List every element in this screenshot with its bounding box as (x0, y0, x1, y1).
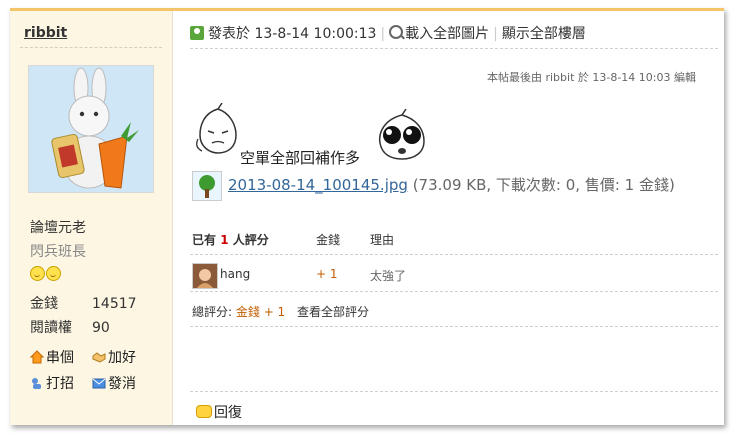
rabbit-avatar-image (29, 66, 153, 192)
home-icon (30, 350, 44, 364)
author-name-link[interactable]: ribbit (24, 25, 67, 41)
total-label: 總評分: (192, 305, 233, 319)
stat-label: 金錢 (30, 296, 58, 312)
view-all-ratings-link[interactable]: 查看全部評分 (297, 305, 369, 319)
tree-thumbnail-icon (193, 172, 221, 200)
send-message-button[interactable]: 發消 (92, 373, 136, 393)
divider (190, 254, 718, 255)
stat-label: 閱讀權 (30, 320, 72, 336)
action-label: 發消 (108, 376, 136, 392)
rating-total: 總評分: 金錢 + 1 查看全部評分 (192, 303, 369, 320)
image-attachment-icon[interactable] (192, 171, 222, 201)
last-edited-note: 本帖最後由 ribbit 於 13-8-14 10:03 編輯 (486, 71, 696, 84)
rating-col-money: 金錢 (316, 233, 341, 247)
user-group-link[interactable]: 閃兵班長 (30, 241, 86, 261)
add-friend-button[interactable]: 加好 (92, 347, 136, 367)
poke-icon (32, 378, 41, 389)
rating-header-suffix: 人評分 (232, 233, 269, 247)
onion-head-thinking-emoticon (196, 103, 237, 154)
online-user-icon (190, 26, 204, 40)
reply-label: 回復 (214, 405, 242, 421)
handshake-icon (92, 352, 106, 363)
visit-home-button[interactable]: 串個 (30, 347, 74, 367)
divider (20, 47, 162, 48)
attachment-filename-link[interactable]: 2013-08-14_100145.jpg (228, 176, 408, 194)
reply-button[interactable]: 回復 (196, 402, 242, 422)
stat-read-permission: 閱讀權 90 (30, 317, 110, 337)
smiley-icon (46, 266, 61, 281)
action-label: 加好 (108, 350, 136, 366)
post-main: 發表於 13-8-14 10:00:13 | 載入全部圖片 | 顯示全部樓層 本帖最後由… (190, 11, 724, 425)
stat-value: 14517 (92, 296, 137, 312)
action-label: 打招 (46, 376, 74, 392)
post-content: 空單全部回補作多 (240, 149, 361, 167)
mail-icon (92, 378, 106, 389)
rater-avatar-image (193, 264, 217, 288)
poke-button[interactable]: 打招 (30, 373, 74, 393)
attachment-meta: (73.09 KB, 下載次數: 0, 售價: 1 金錢) (412, 176, 675, 194)
rating-count-header: 已有 1 人評分 (192, 231, 269, 248)
stat-value: 90 (92, 320, 110, 336)
divider (190, 326, 718, 327)
smiley-icon (30, 266, 45, 281)
post-frame: ribbit 論壇元老 閃兵班長 金錢 14517 閱讀權 90 串個 加好 打… (10, 8, 724, 425)
rank-title: 論壇元老 (30, 220, 86, 236)
onion-head-teary-eyes-emoticon (378, 109, 425, 160)
rank-stars (30, 266, 62, 285)
rating-header-prefix: 已有 (192, 233, 217, 247)
load-all-images-link[interactable]: 載入全部圖片 (405, 26, 489, 42)
reply-bubble-icon (196, 405, 212, 418)
divider (190, 48, 718, 49)
rating-col-reason: 理由 (370, 233, 395, 247)
rating-reason: 太強了 (370, 269, 407, 283)
action-label: 串個 (46, 350, 74, 366)
post-time: 發表於 13-8-14 10:00:13 (208, 26, 377, 42)
magnifier-icon (389, 25, 404, 39)
stat-money: 金錢 14517 (30, 293, 137, 313)
divider (190, 291, 718, 292)
divider (190, 391, 718, 392)
author-sidebar: ribbit 論壇元老 閃兵班長 金錢 14517 閱讀權 90 串個 加好 打… (10, 11, 173, 425)
show-all-floors-link[interactable]: 顯示全部樓層 (502, 26, 586, 42)
attachment-line: 2013-08-14_100145.jpg (73.09 KB, 下載次數: 0… (228, 174, 675, 195)
avatar[interactable] (28, 65, 154, 193)
rating-value: + 1 (316, 267, 338, 281)
rater-name-link[interactable]: hang (220, 267, 250, 281)
rating-count: 1 (220, 233, 229, 247)
post-info-bar: 發表於 13-8-14 10:00:13 | 載入全部圖片 | 顯示全部樓層 (190, 23, 586, 43)
total-value: 金錢 + 1 (235, 305, 286, 319)
rater-avatar[interactable] (192, 263, 218, 289)
